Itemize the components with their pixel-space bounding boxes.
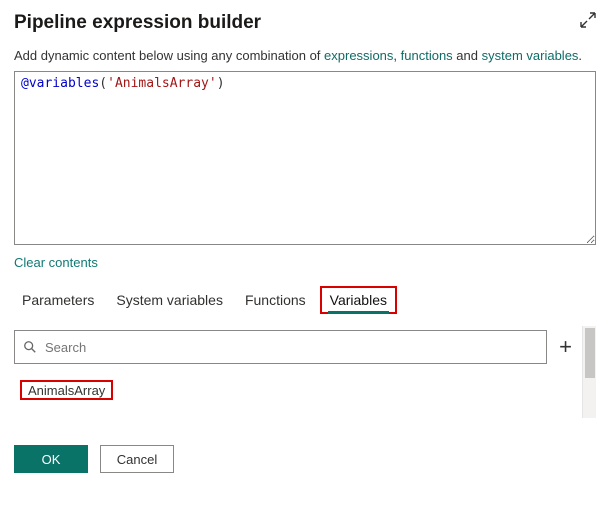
search-box[interactable] xyxy=(14,330,547,364)
cancel-button[interactable]: Cancel xyxy=(100,445,174,473)
ok-button[interactable]: OK xyxy=(14,445,88,473)
scrollbar[interactable] xyxy=(582,326,596,418)
tab-functions[interactable]: Functions xyxy=(245,292,306,312)
link-functions[interactable]: functions xyxy=(401,48,453,63)
scrollbar-thumb[interactable] xyxy=(585,328,595,378)
tab-parameters[interactable]: Parameters xyxy=(22,292,94,312)
expand-icon[interactable] xyxy=(580,12,596,31)
search-input[interactable] xyxy=(43,339,538,356)
variables-list: AnimalsArray xyxy=(14,380,582,403)
link-system-variables[interactable]: system variables xyxy=(482,48,579,63)
tab-system-variables[interactable]: System variables xyxy=(116,292,223,312)
tab-variables[interactable]: Variables xyxy=(328,292,389,312)
tabs: Parameters System variables Functions Va… xyxy=(14,292,596,312)
clear-contents-link[interactable]: Clear contents xyxy=(14,255,98,270)
variable-item-animalsarray[interactable]: AnimalsArray xyxy=(20,380,113,400)
page-title: Pipeline expression builder xyxy=(14,12,261,34)
link-expressions[interactable]: expressions xyxy=(324,48,393,63)
add-button[interactable]: + xyxy=(555,334,576,360)
help-text-prefix: Add dynamic content below using any comb… xyxy=(14,48,324,63)
search-icon xyxy=(23,340,37,354)
expression-editor[interactable]: @variables('AnimalsArray') xyxy=(14,71,596,245)
help-text: Add dynamic content below using any comb… xyxy=(14,48,596,63)
